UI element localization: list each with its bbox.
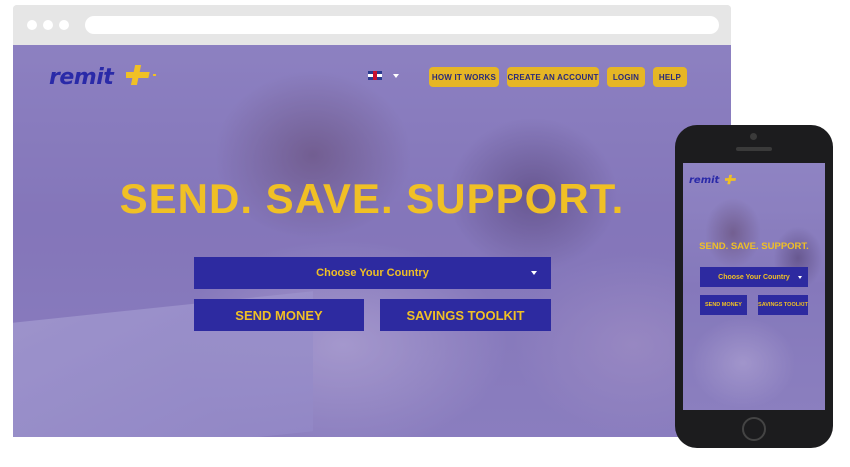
uk-flag-icon[interactable] — [368, 71, 382, 80]
chevron-down-icon — [531, 271, 537, 275]
address-bar[interactable] — [85, 16, 719, 34]
nav-help-button[interactable]: HELP — [653, 67, 687, 87]
chevron-down-icon — [798, 276, 802, 279]
logo-plus-icon — [126, 65, 156, 85]
mobile-hero-headline: SEND. SAVE. SUPPORT. — [699, 241, 809, 252]
page-viewport: remit HOW IT WORKS CREATE AN ACCOUNT LOG… — [13, 45, 731, 437]
showcase-stage: remit HOW IT WORKS CREATE AN ACCOUNT LOG… — [0, 0, 850, 467]
site-logo[interactable]: remit — [49, 65, 114, 90]
mobile-country-select-value: Choose Your Country — [718, 273, 790, 281]
phone-top-bezel — [675, 125, 833, 165]
nav-create-account-button[interactable]: CREATE AN ACCOUNT — [507, 67, 599, 87]
mobile-logo-plus-icon — [725, 174, 737, 185]
mobile-country-select[interactable]: Choose Your Country — [700, 267, 808, 287]
nav-how-it-works-button[interactable]: HOW IT WORKS — [429, 67, 499, 87]
mobile-site-logo[interactable]: remit — [689, 175, 719, 186]
country-select-value: Choose Your Country — [316, 267, 429, 279]
nav-login-button[interactable]: LOGIN — [607, 67, 645, 87]
window-dot-icon — [59, 20, 69, 30]
camera-icon — [750, 133, 757, 140]
phone-screen: remit SEND. SAVE. SUPPORT. Choose Your C… — [683, 163, 825, 410]
window-dot-icon — [27, 20, 37, 30]
speaker-grille — [736, 147, 772, 151]
country-select[interactable]: Choose Your Country — [194, 257, 551, 289]
browser-toolbar — [13, 5, 731, 45]
send-money-button[interactable]: SEND MONEY — [194, 299, 364, 331]
browser-mockup: remit HOW IT WORKS CREATE AN ACCOUNT LOG… — [13, 5, 731, 437]
language-caret-icon[interactable] — [393, 74, 399, 78]
hero-photo-overlay — [13, 45, 731, 437]
mobile-send-money-button[interactable]: SEND MONEY — [700, 295, 747, 315]
home-button[interactable] — [742, 417, 766, 441]
phone-mockup: remit SEND. SAVE. SUPPORT. Choose Your C… — [675, 125, 833, 448]
window-dot-icon — [43, 20, 53, 30]
hero-headline: SEND. SAVE. SUPPORT. — [119, 175, 625, 222]
savings-toolkit-button[interactable]: SAVINGS TOOLKIT — [380, 299, 551, 331]
mobile-savings-toolkit-button[interactable]: SAVINGS TOOLKIT — [758, 295, 808, 315]
